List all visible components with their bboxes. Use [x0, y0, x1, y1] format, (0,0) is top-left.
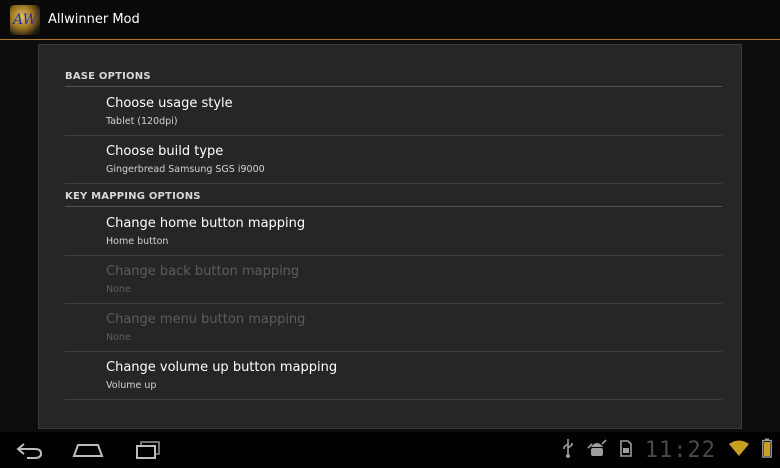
- pref-title: Choose build type: [106, 144, 224, 159]
- home-icon[interactable]: [72, 437, 104, 463]
- pref-title: Change menu button mapping: [106, 312, 306, 327]
- action-bar: AW Allwinner Mod: [0, 0, 780, 40]
- usb-icon: [561, 438, 575, 462]
- sd-card-icon: [619, 438, 633, 462]
- pref-summary: Volume up: [106, 380, 157, 391]
- pref-title: Change volume up button mapping: [106, 360, 338, 375]
- app-logo-icon[interactable]: AW: [10, 4, 40, 35]
- pref-summary: Tablet (120dpi): [106, 116, 178, 127]
- pref-summary: None: [106, 284, 131, 295]
- pref-build-type[interactable]: Choose build type Gingerbread Samsung SG…: [65, 136, 722, 184]
- system-nav-bar: 11:22: [0, 432, 780, 468]
- preferences-panel: BASE OPTIONS Choose usage style Tablet (…: [38, 44, 742, 429]
- android-debug-icon: [587, 438, 607, 462]
- pref-usage-style[interactable]: Choose usage style Tablet (120dpi): [65, 88, 722, 136]
- pref-title: Change back button mapping: [106, 264, 300, 279]
- section-header-base-options: BASE OPTIONS: [65, 67, 722, 87]
- pref-title: Change home button mapping: [106, 216, 306, 231]
- status-area[interactable]: 11:22: [561, 436, 772, 464]
- pref-volume-up-mapping[interactable]: Change volume up button mapping Volume u…: [65, 352, 722, 400]
- recent-apps-icon[interactable]: [134, 437, 162, 463]
- app-logo-text: AW: [13, 11, 37, 28]
- pref-menu-button-mapping: Change menu button mapping None: [65, 304, 722, 352]
- pref-title: Choose usage style: [106, 96, 233, 111]
- battery-icon: [762, 438, 772, 462]
- pref-home-button-mapping[interactable]: Change home button mapping Home button: [65, 208, 722, 256]
- pref-summary: Home button: [106, 236, 169, 247]
- wifi-icon: [728, 439, 750, 461]
- pref-back-button-mapping: Change back button mapping None: [65, 256, 722, 304]
- pref-summary: Gingerbread Samsung SGS i9000: [106, 164, 265, 175]
- pref-summary: None: [106, 332, 131, 343]
- section-header-key-mapping: KEY MAPPING OPTIONS: [65, 187, 722, 207]
- app-title: Allwinner Mod: [48, 12, 140, 27]
- back-icon[interactable]: [14, 437, 44, 463]
- clock: 11:22: [644, 437, 716, 463]
